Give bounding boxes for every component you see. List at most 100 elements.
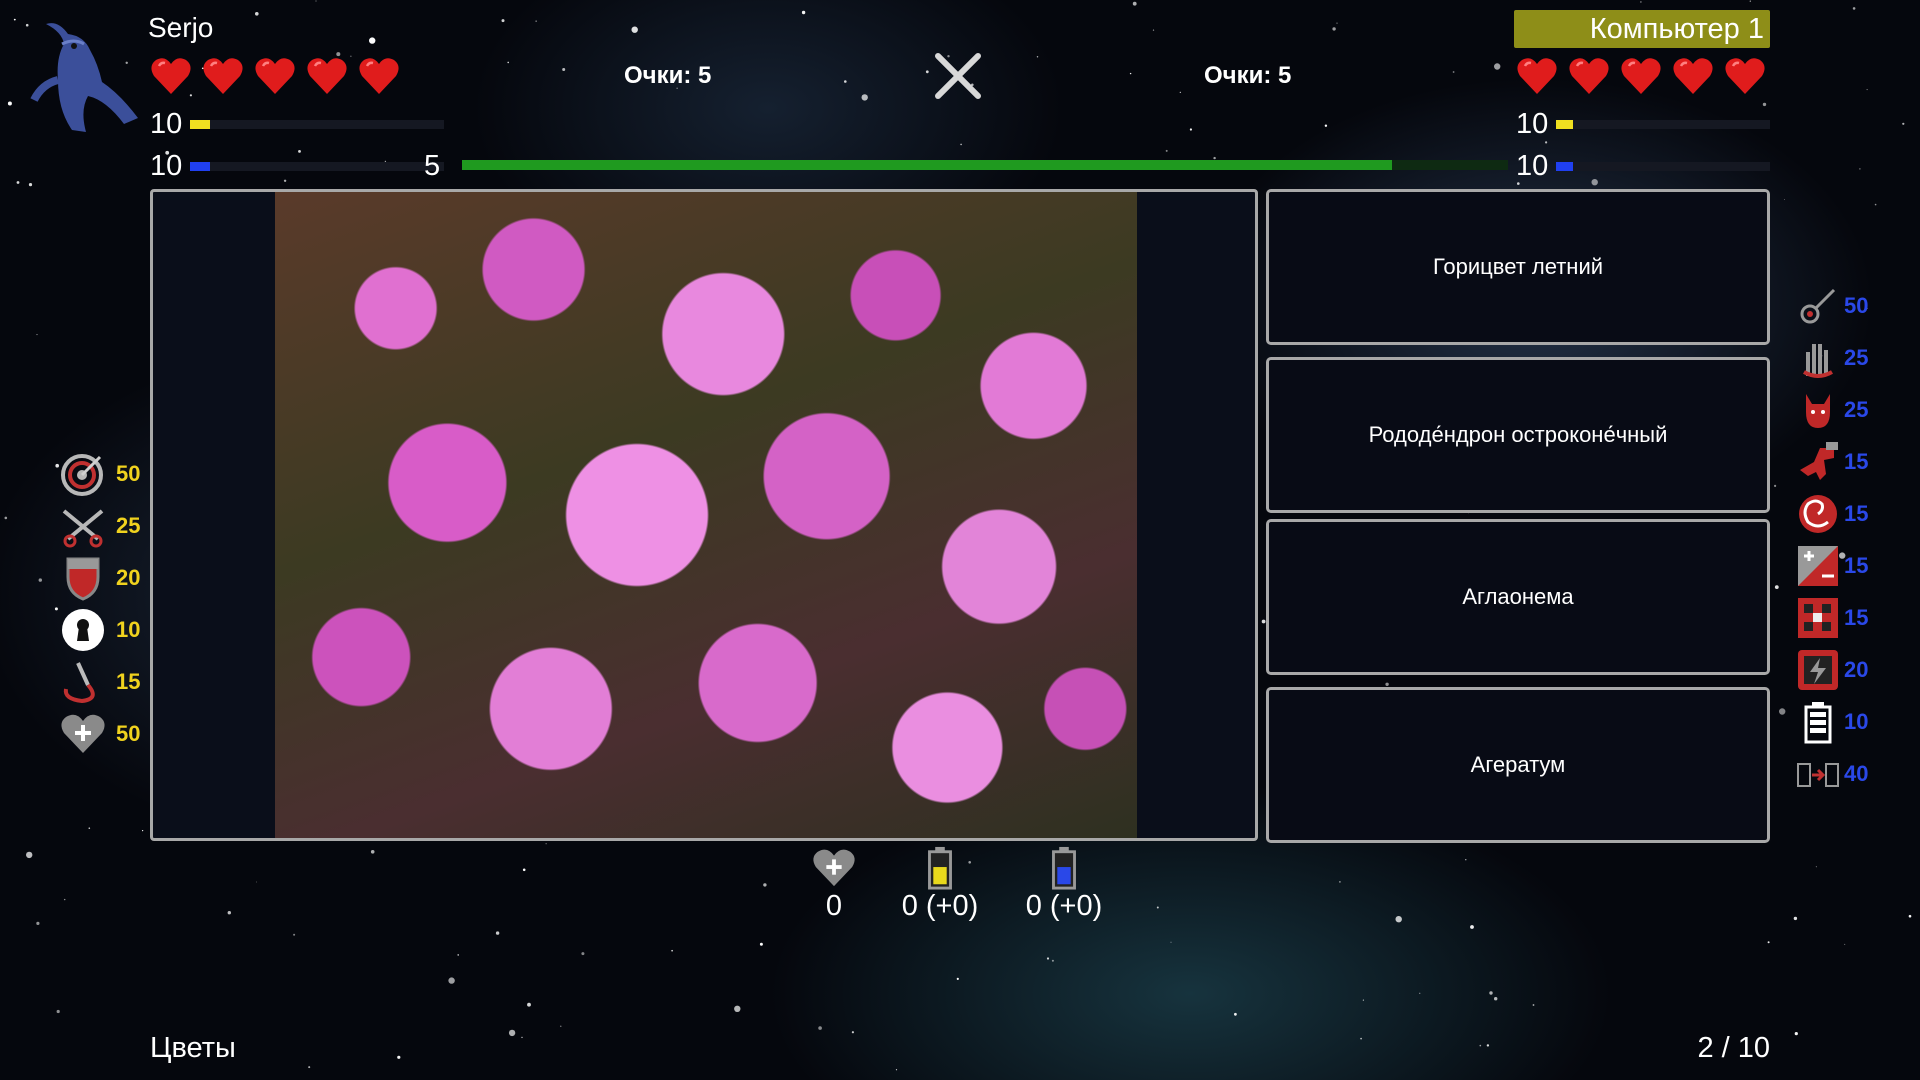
heart-icon bbox=[1517, 58, 1557, 94]
player-stat-blue: 10 bbox=[150, 150, 444, 183]
opponent-skill-checker-value: 15 bbox=[1844, 605, 1869, 630]
player-skill-keyhole-value: 10 bbox=[116, 617, 141, 642]
opponent-stat-yellow-fill bbox=[1556, 120, 1574, 129]
bottom-heart[interactable]: 0 bbox=[802, 846, 866, 923]
answer-option-3[interactable]: Аглаонема bbox=[1266, 519, 1770, 675]
opponent-skill-plus-minus: 15 bbox=[1796, 544, 1868, 588]
player-skill-target-value: 50 bbox=[116, 461, 141, 486]
opponent-skill-plus-minus-value: 15 bbox=[1844, 553, 1869, 578]
opponent-stat-yellow: 10 bbox=[1516, 108, 1770, 141]
player-stat-yellow-fill bbox=[190, 120, 211, 129]
opponent-skill-devil-value: 25 bbox=[1844, 397, 1869, 422]
opponent-hearts bbox=[1516, 56, 1766, 96]
category-label: Цветы bbox=[150, 1032, 236, 1064]
player-stat-yellow-value: 10 bbox=[150, 108, 183, 140]
bottom-heart-value: 0 bbox=[825, 890, 843, 922]
hand-icon bbox=[1803, 344, 1833, 378]
opponent-skill-comet-value: 50 bbox=[1844, 293, 1869, 318]
whip-icon bbox=[63, 662, 95, 704]
close-icon[interactable] bbox=[930, 48, 986, 104]
heart-icon bbox=[1621, 58, 1661, 94]
opponent-stat-blue-bar bbox=[1556, 162, 1770, 171]
player-hearts bbox=[150, 56, 400, 96]
player-stat-yellow-bar bbox=[190, 120, 444, 129]
opponent-skill-lightning-value: 20 bbox=[1844, 657, 1869, 682]
answer-option-2[interactable]: Рододе́ндрон остроконе́чный bbox=[1266, 357, 1770, 513]
heart-icon bbox=[307, 58, 347, 94]
lightning-icon bbox=[1798, 650, 1838, 690]
answer-option-3-label: Аглаонема bbox=[1462, 584, 1574, 609]
heart-icon bbox=[359, 58, 399, 94]
player-avatar bbox=[30, 23, 138, 132]
player-skill-crossed-arrows[interactable]: 25 bbox=[58, 503, 140, 549]
opponent-skill-hand: 25 bbox=[1796, 336, 1868, 380]
question-image-frame bbox=[150, 189, 1258, 841]
devil-icon bbox=[1806, 394, 1830, 428]
opponent-skill-battery-transfer-value: 40 bbox=[1844, 761, 1869, 786]
player-skill-whip[interactable]: 15 bbox=[58, 659, 140, 705]
player-skill-keyhole[interactable]: 10 bbox=[58, 607, 140, 653]
opponent-skill-dinosaur-value: 15 bbox=[1844, 449, 1869, 474]
opponent-skill-battery-transfer: 40 bbox=[1796, 752, 1868, 796]
opponent-stat-blue: 10 bbox=[1516, 150, 1770, 183]
player-skill-target[interactable]: 50 bbox=[58, 451, 140, 497]
crossed-arrows-icon bbox=[62, 509, 104, 548]
heart-icon bbox=[1569, 58, 1609, 94]
answer-option-1[interactable]: Горицвет летний bbox=[1266, 189, 1770, 345]
player-skill-heart-plus[interactable]: 50 bbox=[58, 711, 140, 757]
player-stat-blue-bar bbox=[190, 162, 444, 171]
bottom-yellow-battery-value: 0 (+0) bbox=[901, 890, 979, 922]
opponent-skill-lightning: 20 bbox=[1796, 648, 1868, 692]
bottom-yellow-battery[interactable]: 0 (+0) bbox=[880, 846, 1000, 923]
player-skill-shield[interactable]: 20 bbox=[58, 555, 140, 601]
heart-plus-icon bbox=[61, 714, 105, 753]
answer-option-4[interactable]: Агератум bbox=[1266, 687, 1770, 843]
comet-icon bbox=[1800, 288, 1836, 324]
player-stat-blue-value: 10 bbox=[150, 150, 183, 182]
blue-battery-icon bbox=[1052, 846, 1076, 890]
question-progress: 2 / 10 bbox=[1697, 1032, 1770, 1064]
opponent-skill-spiral: 15 bbox=[1796, 492, 1868, 536]
player-stat-blue-fill bbox=[190, 162, 211, 171]
answer-option-1-label: Горицвет летний bbox=[1432, 254, 1604, 279]
player-skill-heart-plus-value: 50 bbox=[116, 721, 141, 746]
yellow-battery-icon bbox=[928, 846, 952, 890]
timer-bar bbox=[462, 160, 1508, 170]
heart-icon bbox=[203, 58, 243, 94]
heart-icon bbox=[255, 58, 295, 94]
opponent-skill-hand-value: 25 bbox=[1844, 345, 1869, 370]
heart-icon bbox=[151, 58, 191, 94]
shield-icon bbox=[66, 557, 100, 601]
player-skill-crossed-arrows-value: 25 bbox=[116, 513, 141, 538]
plus-minus-icon bbox=[1798, 546, 1838, 586]
opponent-stat-yellow-value: 10 bbox=[1516, 108, 1549, 140]
keyhole-icon bbox=[62, 609, 104, 651]
checker-icon bbox=[1798, 598, 1838, 638]
opponent-stat-blue-fill bbox=[1556, 162, 1574, 171]
spiral-icon bbox=[1799, 495, 1837, 533]
opponent-skill-devil: 25 bbox=[1796, 388, 1868, 432]
answer-option-4-label: Агератум bbox=[1470, 752, 1566, 777]
opponent-skill-dinosaur: 15 bbox=[1796, 440, 1868, 484]
timer-fill bbox=[462, 160, 1392, 170]
answer-option-2-label: Рододе́ндрон остроконе́чный bbox=[1368, 422, 1668, 447]
question-photo bbox=[275, 192, 1137, 838]
player-skill-whip-value: 15 bbox=[116, 669, 141, 694]
opponent-stat-yellow-bar bbox=[1556, 120, 1770, 129]
battery-icon bbox=[1804, 702, 1832, 744]
opponent-skill-battery: 10 bbox=[1796, 700, 1868, 744]
opponent-stat-blue-value: 10 bbox=[1516, 150, 1549, 182]
player-name: Serjo bbox=[148, 12, 214, 43]
opponent-skill-battery-value: 10 bbox=[1844, 709, 1869, 734]
heart-icon bbox=[1673, 58, 1713, 94]
opponent-skill-comet: 50 bbox=[1796, 284, 1868, 328]
opponent-name: Компьютер 1 bbox=[1514, 10, 1770, 48]
dinosaur-icon bbox=[1800, 442, 1838, 480]
opponent-skill-spiral-value: 15 bbox=[1844, 501, 1869, 526]
bottom-blue-battery[interactable]: 0 (+0) bbox=[1004, 846, 1124, 923]
player-stat-yellow: 10 bbox=[150, 108, 444, 141]
heart-icon bbox=[1725, 58, 1765, 94]
opponent-skill-checker: 15 bbox=[1796, 596, 1868, 640]
heart-plus-icon bbox=[813, 849, 855, 887]
player-skill-shield-value: 20 bbox=[116, 565, 141, 590]
